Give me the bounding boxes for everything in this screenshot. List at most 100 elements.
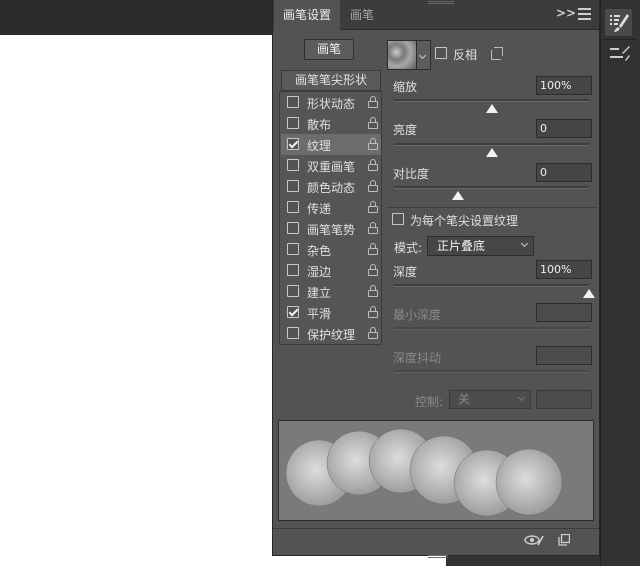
unlock-icon[interactable] [368,96,378,108]
brush-presets-dock-button[interactable] [609,44,631,64]
contrast-label: 对比度 [393,167,430,181]
option-checkbox[interactable] [287,159,299,171]
option-label: 颜色动态 [307,181,356,195]
option-label: 湿边 [307,265,332,279]
panel-dock [600,0,640,566]
depth-slider[interactable] [394,284,589,287]
unlock-icon[interactable] [368,138,378,150]
option-checkbox[interactable] [287,180,299,192]
unlock-icon[interactable] [368,285,378,297]
scale-slider[interactable] [394,99,589,102]
footer-divider [273,528,599,529]
option-checkbox[interactable] [287,285,299,297]
option-checkbox[interactable] [287,117,299,129]
option-checkbox[interactable] [287,243,299,255]
invert-checkbox[interactable] [435,47,447,59]
dock-separator [603,39,637,40]
chevron-down-icon [517,393,526,402]
unlock-icon[interactable] [368,327,378,339]
brush-option-row[interactable]: 颜色动态 [281,176,381,197]
brushes-button[interactable]: 画笔 [304,39,354,60]
brush-presets-icon [610,46,630,61]
brush-settings-dock-button[interactable] [605,9,632,36]
option-checkbox[interactable] [287,201,299,213]
depth-jitter-slider [394,370,589,373]
contrast-slider-handle[interactable] [452,191,465,200]
brush-option-row[interactable]: 双重画笔 [281,155,381,176]
toggle-live-tip-preview-icon[interactable] [524,534,544,546]
document-title-bar [0,0,272,35]
brush-option-row[interactable]: 纹理 [281,134,381,155]
chevron-down-icon [520,239,529,248]
panel-menu-icon[interactable] [578,8,591,20]
mode-label: 模式: [394,241,423,255]
brush-option-row[interactable]: 散布 [281,113,381,134]
unlock-icon[interactable] [368,180,378,192]
create-pattern-preset-icon[interactable] [491,47,503,60]
panel-resize-grip[interactable] [428,555,448,558]
texture-each-tip-checkbox[interactable] [392,213,404,225]
unlock-icon[interactable] [368,306,378,318]
depth-field[interactable]: 100% [536,260,592,279]
create-new-brush-icon[interactable] [558,533,571,546]
minimum-depth-field [536,303,592,322]
control-field [536,390,592,409]
option-checkbox[interactable] [287,327,299,339]
option-checkbox[interactable] [287,264,299,276]
brush-option-row[interactable]: 形状动态 [281,92,381,113]
brush-option-row[interactable]: 画笔笔势 [281,218,381,239]
unlock-icon[interactable] [368,117,378,129]
option-checkbox[interactable] [287,306,299,318]
brush-option-row[interactable]: 平滑 [281,302,381,323]
contrast-slider[interactable] [394,186,589,189]
option-label: 保护纹理 [307,328,356,342]
unlock-icon[interactable] [368,243,378,255]
brush-option-row[interactable]: 保护纹理 [281,323,381,344]
texture-each-tip-label: 为每个笔尖设置纹理 [410,214,519,228]
contrast-field[interactable]: 0 [536,163,592,182]
option-label: 建立 [307,286,332,300]
unlock-icon[interactable] [368,159,378,171]
scale-field[interactable]: 100% [536,76,592,95]
brush-stroke-preview [278,420,594,521]
mode-select[interactable]: 正片叠底 [427,236,534,256]
brush-tip-shape-item[interactable]: 画笔笔尖形状 [281,70,381,91]
brightness-slider-handle[interactable] [485,148,498,157]
unlock-icon[interactable] [368,264,378,276]
option-label: 杂色 [307,244,332,258]
option-checkbox[interactable] [287,96,299,108]
brush-option-row[interactable]: 传递 [281,197,381,218]
section-divider [386,207,598,208]
tab-brush-settings[interactable]: 画笔设置 [274,0,340,30]
option-label: 双重画笔 [307,160,356,174]
mode-select-value: 正片叠底 [437,239,486,253]
tab-brush[interactable]: 画笔 [340,0,384,30]
invert-label: 反相 [453,48,478,62]
control-select-value: 关 [458,392,471,406]
brush-option-row[interactable]: 杂色 [281,239,381,260]
texture-pattern-swatch[interactable] [387,40,417,70]
brush-option-list: 形状动态散布纹理双重画笔颜色动态传递画笔笔势杂色湿边建立平滑保护纹理 [279,91,382,345]
option-checkbox[interactable] [287,138,299,150]
brightness-field[interactable]: 0 [536,119,592,138]
depth-label: 深度 [393,265,418,279]
texture-picker-dropdown[interactable] [417,40,431,70]
control-label: 控制: [415,395,444,409]
minimum-depth-label: 最小深度 [393,308,442,322]
control-select: 关 [449,390,531,409]
option-label: 散布 [307,118,332,132]
option-label: 纹理 [307,139,332,153]
brush-option-row[interactable]: 湿边 [281,260,381,281]
brush-option-row[interactable]: 建立 [281,281,381,302]
unlock-icon[interactable] [368,201,378,213]
option-checkbox[interactable] [287,222,299,234]
depth-jitter-field [536,346,592,365]
option-label: 画笔笔势 [307,223,356,237]
unlock-icon[interactable] [368,222,378,234]
brightness-label: 亮度 [393,123,418,137]
panel-drag-grip[interactable] [428,1,454,4]
scale-slider-handle[interactable] [485,104,498,113]
brightness-slider[interactable] [394,143,589,146]
collapse-panel-icon[interactable]: >> [556,6,576,22]
depth-slider-handle[interactable] [583,289,595,298]
